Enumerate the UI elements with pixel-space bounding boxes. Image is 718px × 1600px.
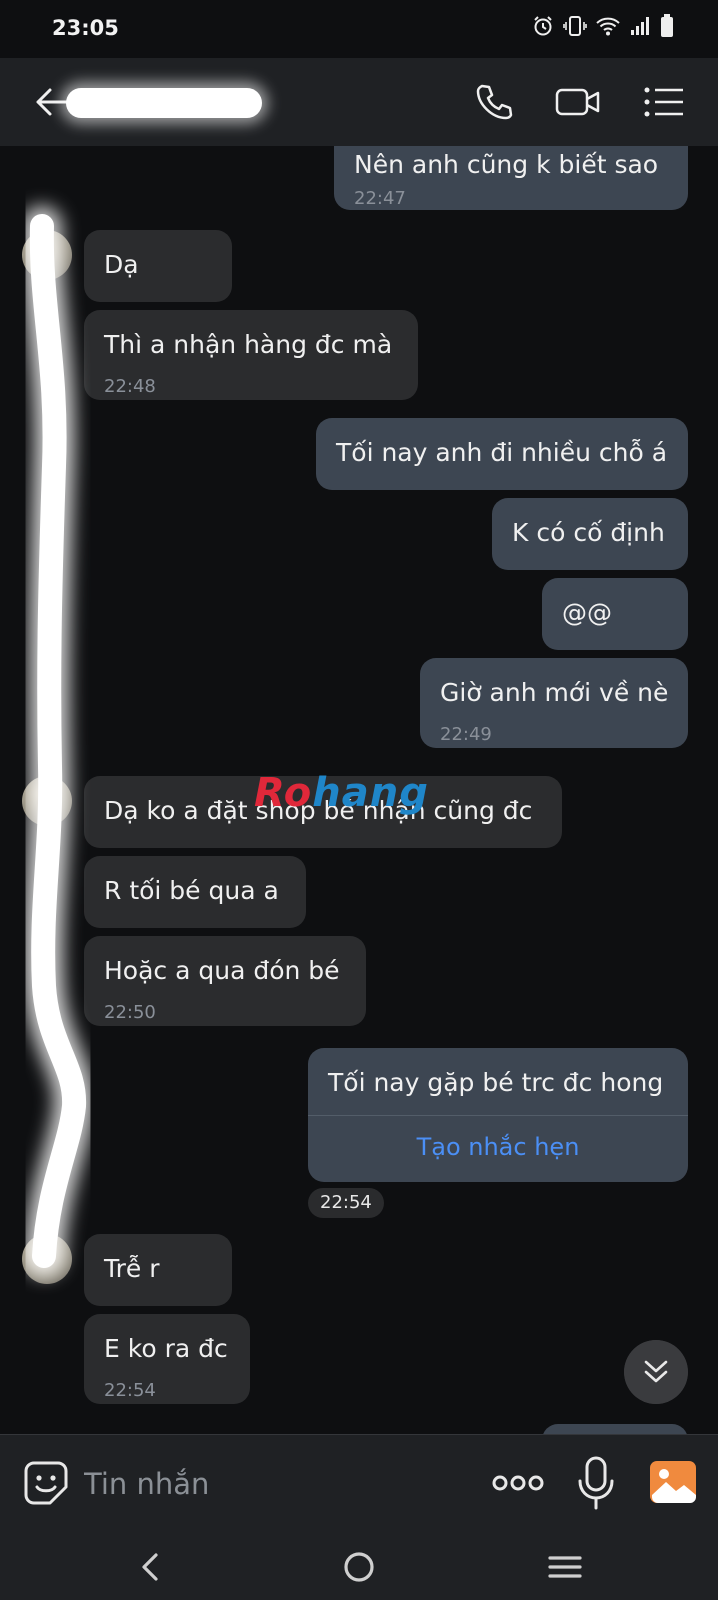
avatar[interactable] — [22, 1234, 72, 1284]
scroll-to-bottom-button[interactable] — [624, 1340, 688, 1404]
status-icons — [532, 14, 674, 38]
message-text: K có cố định — [512, 518, 665, 547]
message-bubble[interactable]: Dạ — [84, 230, 232, 302]
alarm-icon — [534, 16, 552, 36]
wifi-icon — [596, 17, 620, 36]
message-input[interactable] — [82, 1461, 466, 1507]
message-bubble[interactable]: Giờ anh mới về nè 22:49 — [420, 658, 688, 748]
message-time: 22:50 — [104, 1002, 156, 1023]
battery-icon — [661, 14, 673, 37]
message-bubble[interactable]: R tối bé qua a — [84, 856, 306, 928]
video-call-icon[interactable] — [554, 80, 602, 124]
avatar[interactable] — [22, 776, 72, 826]
message-list[interactable]: Nên anh cũng k biết sao 22:47 Dạ Thì a n… — [0, 146, 718, 1434]
message-text: Thì a nhận hàng đc mà — [104, 330, 393, 359]
vibrate-icon — [563, 16, 587, 36]
message-time: 22:47 — [354, 188, 406, 209]
signal-icon — [631, 17, 649, 35]
message-text: Nên anh cũng k biết sao — [354, 150, 659, 179]
message-time: 22:49 — [440, 724, 492, 745]
message-text: Tối nay gặp bé trc đc hong — [328, 1068, 664, 1097]
more-options-icon[interactable] — [492, 1465, 544, 1501]
message-bubble[interactable]: @@ — [542, 578, 688, 650]
message-text: Tối nay anh đi nhiều chỗ á — [336, 438, 668, 467]
message-bubble[interactable]: E ko ra đc 22:54 — [84, 1314, 250, 1404]
message-text: Trễ r — [104, 1254, 160, 1283]
emoji-sticker-icon[interactable] — [22, 1459, 70, 1507]
message-time: 22:48 — [104, 376, 156, 397]
message-text: Giờ anh mới về nè — [440, 678, 669, 707]
message-bubble[interactable] — [542, 1424, 688, 1434]
message-bubble[interactable]: Tối nay gặp bé trc đc hong Tạo nhắc hẹn — [308, 1048, 688, 1182]
message-text: @@ — [562, 598, 612, 627]
gallery-image-icon[interactable] — [648, 1457, 698, 1507]
nav-back-icon[interactable] — [128, 1544, 174, 1590]
status-bar: 23:05 — [0, 0, 718, 58]
message-bubble[interactable]: Trễ r — [84, 1234, 232, 1306]
message-bubble[interactable]: Thì a nhận hàng đc mà 22:48 — [84, 310, 418, 400]
message-time: 22:54 — [308, 1188, 384, 1218]
redaction-scribble — [66, 88, 262, 118]
message-bubble[interactable]: K có cố định — [492, 498, 688, 570]
phone-call-icon[interactable] — [472, 80, 516, 124]
nav-home-icon[interactable] — [336, 1544, 382, 1590]
system-nav-bar — [0, 1534, 718, 1600]
bubble-divider — [308, 1115, 688, 1116]
menu-list-icon[interactable] — [642, 80, 686, 124]
message-bubble[interactable]: Hoặc a qua đón bé 22:50 — [84, 936, 366, 1026]
message-time: 22:54 — [104, 1380, 156, 1401]
composer-bar — [0, 1434, 718, 1535]
message-text: E ko ra đc — [104, 1334, 228, 1363]
create-reminder-link[interactable]: Tạo nhắc hẹn — [308, 1130, 688, 1164]
nav-recents-icon[interactable] — [542, 1544, 588, 1590]
message-bubble[interactable]: Nên anh cũng k biết sao 22:47 — [334, 146, 688, 210]
message-text: Dạ ko a đặt shop bé nhận cũng đc — [104, 796, 533, 825]
clock: 23:05 — [52, 16, 119, 40]
avatar[interactable] — [22, 230, 72, 280]
message-bubble[interactable]: Dạ ko a đặt shop bé nhận cũng đc — [84, 776, 562, 848]
microphone-icon[interactable] — [576, 1455, 616, 1511]
message-text: Hoặc a qua đón bé — [104, 956, 340, 985]
message-text: Dạ — [104, 250, 139, 279]
message-text: R tối bé qua a — [104, 876, 279, 905]
message-bubble[interactable]: Tối nay anh đi nhiều chỗ á — [316, 418, 688, 490]
